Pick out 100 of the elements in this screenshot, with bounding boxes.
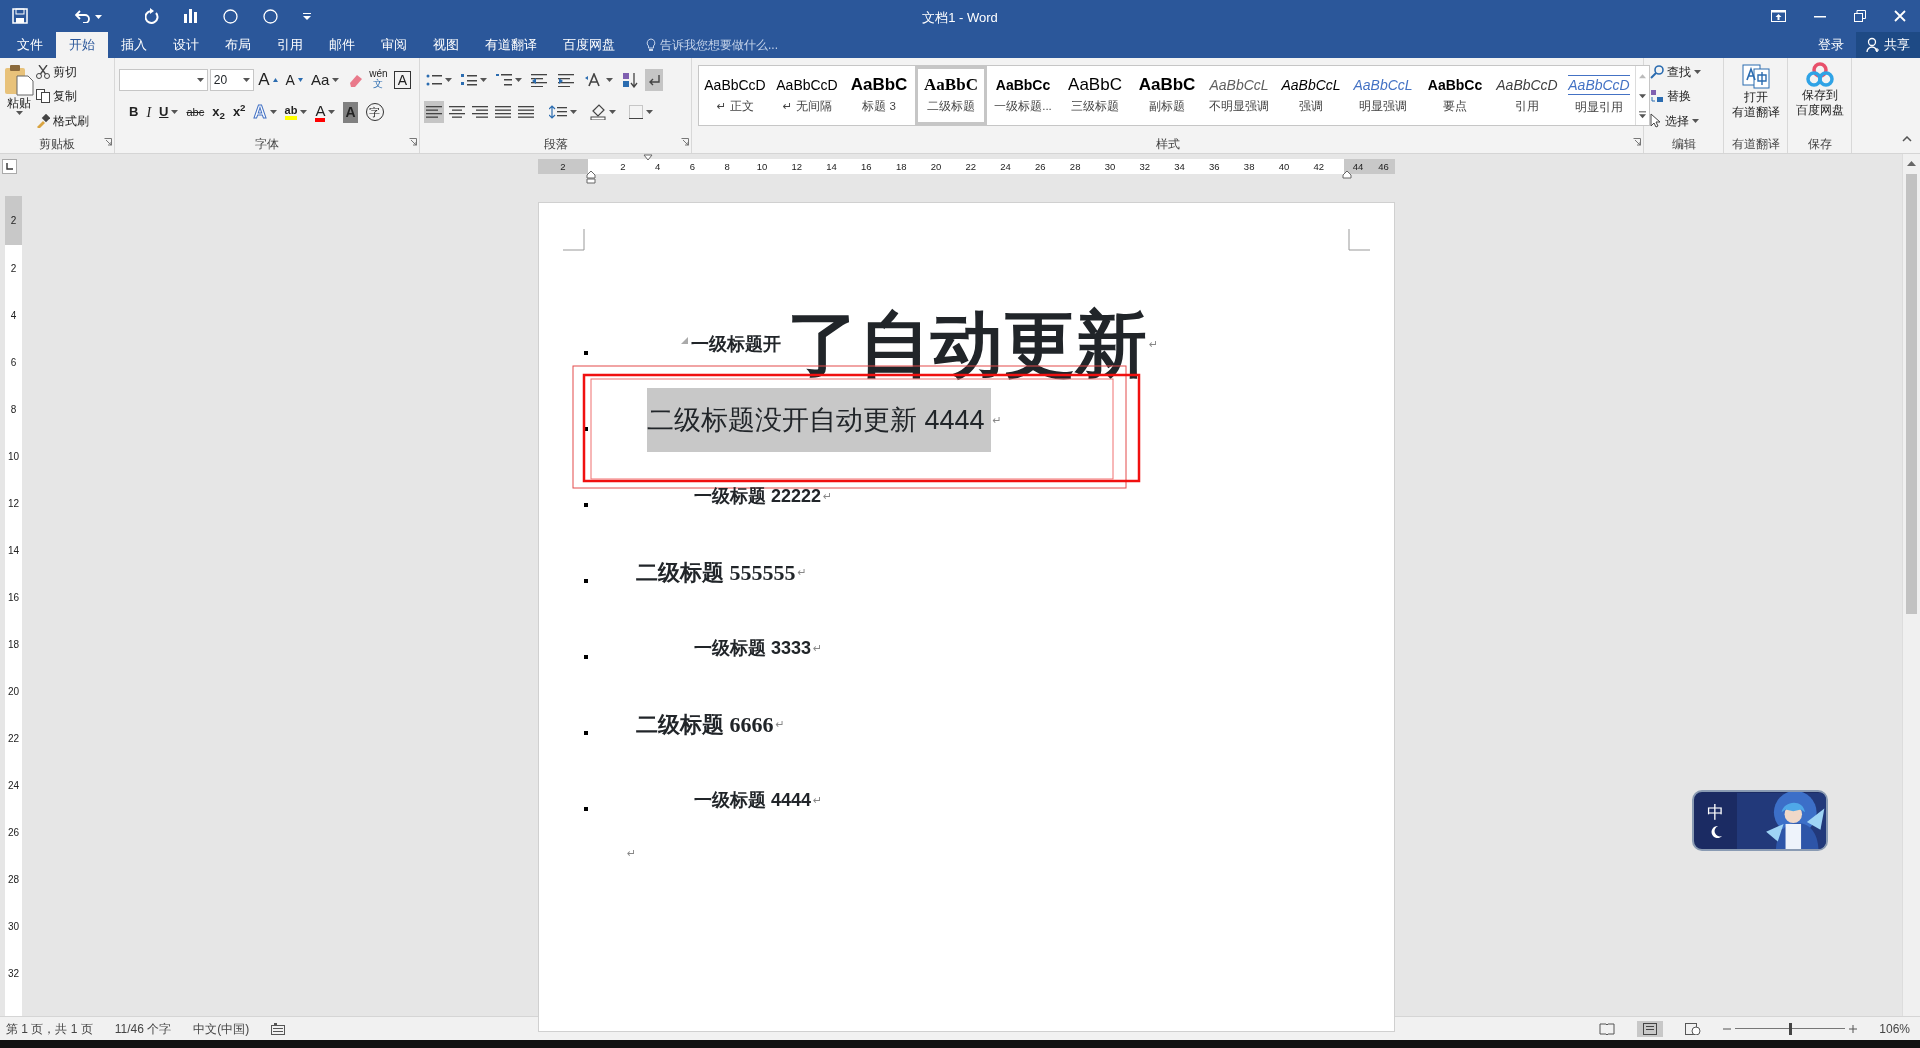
font-name-field[interactable] bbox=[119, 69, 208, 91]
shrink-font-button[interactable]: A bbox=[283, 69, 305, 91]
ribbon-tab[interactable]: 文件 bbox=[4, 32, 56, 58]
bar-chart-icon[interactable] bbox=[184, 9, 198, 23]
font-size-field[interactable]: 20 bbox=[209, 69, 255, 91]
highlight-button[interactable]: ab bbox=[282, 101, 310, 123]
zoom-slider[interactable] bbox=[1735, 1022, 1846, 1035]
italic-button[interactable]: I bbox=[144, 101, 154, 123]
dialog-launcher-icon[interactable] bbox=[1633, 137, 1641, 146]
ruler-label: 2 bbox=[10, 263, 17, 274]
dialog-launcher-icon[interactable] bbox=[104, 137, 112, 146]
font-color-button[interactable]: A bbox=[313, 101, 338, 123]
undo-icon[interactable] bbox=[75, 9, 91, 23]
ribbon-tab[interactable]: 设计 bbox=[160, 32, 212, 58]
ribbon-tab[interactable]: 邮件 bbox=[316, 32, 368, 58]
dialog-launcher-icon[interactable] bbox=[681, 137, 689, 146]
replace-icon bbox=[1650, 89, 1664, 104]
read-mode-icon[interactable] bbox=[1599, 1022, 1616, 1035]
ribbon-tab[interactable]: 插入 bbox=[108, 32, 160, 58]
caret-icon[interactable] bbox=[95, 14, 102, 19]
change-case-button[interactable]: Aa bbox=[308, 69, 342, 91]
strikethrough-button[interactable]: abc bbox=[184, 101, 207, 123]
close-icon[interactable] bbox=[1894, 10, 1906, 22]
ruler-label: 46 bbox=[1378, 162, 1389, 171]
ribbon-tab[interactable]: 有道翻译 bbox=[472, 32, 550, 58]
ribbon-tab[interactable]: 审阅 bbox=[368, 32, 420, 58]
format-painter-button[interactable]: 格式刷 bbox=[34, 109, 91, 132]
script-button[interactable]: x$^{2}$ bbox=[230, 101, 248, 123]
caret-icon bbox=[171, 110, 179, 114]
replace-button[interactable]: 替换 bbox=[1648, 85, 1719, 108]
ruler-label: 26 bbox=[1035, 162, 1046, 171]
ruler-label: 4 bbox=[10, 310, 17, 321]
ruler-label: 20 bbox=[7, 686, 20, 697]
ruler-label: 16 bbox=[861, 162, 872, 171]
tab-stop-selector[interactable] bbox=[2, 159, 17, 174]
dialog-launcher-icon[interactable] bbox=[409, 137, 417, 146]
character-border-button[interactable]: A bbox=[391, 69, 413, 91]
phonetic-guide-button[interactable]: wén 文 bbox=[367, 69, 390, 91]
ribbon-tab[interactable]: 百度网盘 bbox=[550, 32, 628, 58]
heading-text: 二级标题没开自动更新 4444 bbox=[647, 388, 991, 452]
cut-button[interactable]: 剪切 bbox=[34, 61, 91, 84]
ribbon-tab[interactable]: 视图 bbox=[420, 32, 472, 58]
caret-icon bbox=[243, 78, 251, 82]
right-indent-icon[interactable] bbox=[1342, 170, 1352, 179]
outdent-icon bbox=[531, 73, 549, 87]
page-count[interactable]: 第 1 页，共 1 页 bbox=[6, 1019, 93, 1038]
caret-icon bbox=[445, 78, 452, 82]
ruler-label: 10 bbox=[756, 162, 768, 171]
numbered-list-icon bbox=[461, 73, 477, 87]
indent-marker-icon[interactable] bbox=[586, 170, 596, 184]
save-to-cloud-button[interactable]: 保存到 百度网盘 bbox=[1795, 58, 1844, 135]
select-button[interactable]: 选择 bbox=[1648, 109, 1719, 132]
ribbon-display-icon[interactable] bbox=[1771, 10, 1786, 22]
paste-button[interactable]: 粘贴 bbox=[4, 58, 34, 135]
restore-icon[interactable] bbox=[1854, 10, 1866, 22]
bold-button[interactable]: B bbox=[127, 101, 141, 123]
alignment-icon bbox=[449, 105, 465, 119]
zoom-in-icon[interactable] bbox=[1849, 1024, 1858, 1033]
word-count[interactable]: 11/46 个字 bbox=[114, 1019, 172, 1038]
vertical-scrollbar[interactable] bbox=[1902, 154, 1920, 1016]
web-layout-icon[interactable] bbox=[1685, 1022, 1702, 1035]
sign-in-link[interactable]: 登录 bbox=[1806, 35, 1856, 55]
underline-button[interactable]: U bbox=[157, 101, 181, 123]
find-button[interactable]: 查找 bbox=[1648, 61, 1719, 84]
caret-icon bbox=[609, 110, 616, 114]
circle-icon[interactable] bbox=[223, 8, 238, 24]
zoom-level[interactable]: 106% bbox=[1879, 1019, 1910, 1038]
ruler-label: 6 bbox=[689, 162, 696, 171]
slider-thumb[interactable] bbox=[1788, 1022, 1792, 1035]
caret-icon bbox=[646, 110, 653, 114]
macro-record-icon[interactable] bbox=[271, 1022, 286, 1035]
circle-icon[interactable] bbox=[263, 8, 278, 24]
redo-icon[interactable] bbox=[145, 8, 159, 24]
language[interactable]: 中文(中国) bbox=[193, 1019, 250, 1038]
copy-button[interactable]: 复制 bbox=[34, 85, 91, 108]
bullet bbox=[584, 731, 588, 735]
ime-widget[interactable]: 中 bbox=[1692, 790, 1828, 851]
ribbon-tab[interactable]: 开始 bbox=[56, 32, 108, 58]
customize-icon[interactable] bbox=[303, 12, 311, 20]
grow-font-button[interactable]: A bbox=[256, 69, 280, 91]
open-translator-button[interactable]: 打开 有道翻译 bbox=[1731, 58, 1780, 135]
bullet bbox=[584, 579, 588, 583]
show-marks-button[interactable] bbox=[645, 69, 663, 91]
line-spacing-icon bbox=[549, 105, 567, 119]
tell-me-field[interactable]: 告诉我您想要做什么... bbox=[640, 32, 784, 58]
ribbon-tab[interactable]: 引用 bbox=[264, 32, 316, 58]
style-option[interactable]: AaBbC 二级标题 bbox=[915, 66, 987, 125]
collapse-ribbon-icon[interactable] bbox=[1902, 135, 1912, 142]
ruler-label: 8 bbox=[10, 404, 17, 415]
align-left-button[interactable] bbox=[424, 101, 444, 123]
ruler-label: 26 bbox=[7, 827, 20, 838]
alignment-icon bbox=[426, 105, 442, 119]
character-shading-button[interactable]: A bbox=[341, 101, 360, 123]
print-layout-button[interactable] bbox=[1637, 1020, 1664, 1037]
paragraph-mark: ↵ bbox=[992, 412, 1002, 428]
script-button[interactable]: x$_{2}$ bbox=[210, 101, 227, 123]
share-button[interactable]: 共享 bbox=[1856, 32, 1920, 58]
ruler-label: 2 bbox=[10, 215, 17, 226]
ribbon-tab[interactable]: 布局 bbox=[212, 32, 264, 58]
ruler-label: 34 bbox=[1174, 162, 1185, 171]
